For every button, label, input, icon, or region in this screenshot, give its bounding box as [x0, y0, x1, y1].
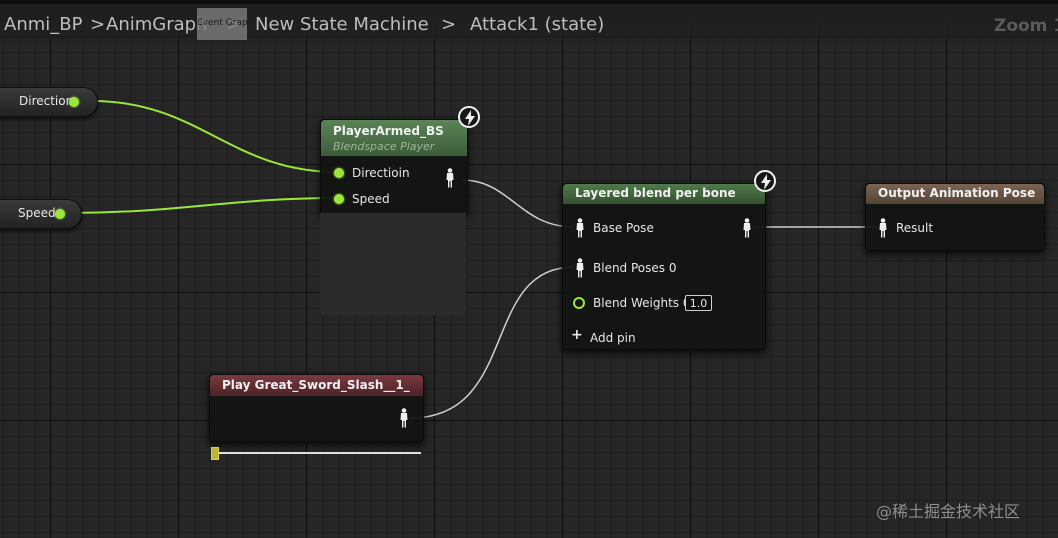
blendspace-direction-pin-label: Directioin — [352, 166, 410, 180]
base-pose-pin-label: Base Pose — [593, 221, 654, 235]
play-progress-track[interactable] — [210, 444, 421, 460]
play-node-title: Play Great_Sword_Slash__1_ — [222, 378, 410, 392]
graph-canvas[interactable]: Anmi_BP > AnimGraph > New State Machine … — [0, 0, 1058, 538]
blendspace-player-node[interactable]: PlayerArmed_BS Blendspace Player Directi… — [320, 119, 468, 215]
variable-direction-node[interactable]: Direction — [0, 87, 98, 117]
pose-input-icon[interactable] — [878, 218, 888, 238]
variable-speed-label: Speed — [18, 206, 56, 220]
play-progress-handle[interactable] — [211, 447, 219, 460]
breadcrumb: Anmi_BP > AnimGraph > New State Machine … — [0, 0, 1058, 46]
blendspace-direction-input-pin[interactable] — [334, 168, 344, 178]
result-pin-label: Result — [896, 221, 934, 235]
wire-direction[interactable] — [91, 100, 339, 173]
watermark: @稀土掘金技术社区 — [876, 502, 1021, 521]
pose-output-icon[interactable] — [399, 408, 409, 428]
blendspace-speed-input-pin[interactable] — [334, 194, 344, 204]
add-pin-icon[interactable]: + — [571, 327, 583, 343]
blend-weight-value-field[interactable]: 1.0 — [685, 295, 712, 311]
breadcrumb-item-animgraph[interactable]: AnimGraph — [106, 14, 207, 35]
speed-output-pin[interactable] — [55, 209, 65, 219]
layered-node-title: Layered blend per bone — [575, 186, 736, 200]
event-graph-tab-overlay[interactable]: Event Graph — [197, 8, 247, 40]
blendspace-speed-pin-label: Speed — [352, 192, 390, 206]
variable-speed-node[interactable]: Speed — [0, 199, 82, 229]
breadcrumb-separator: > — [441, 14, 457, 35]
breadcrumb-separator: > — [90, 14, 106, 35]
fast-path-lightning-icon — [754, 170, 776, 192]
blendspace-preview-area — [320, 213, 466, 315]
pose-input-icon[interactable] — [575, 258, 585, 278]
blendspace-node-subtitle: Blendspace Player — [333, 140, 435, 153]
play-progress-line — [214, 452, 421, 454]
zoom-label: Zoom 1 — [994, 16, 1058, 36]
output-node-header[interactable]: Output Animation Pose — [866, 184, 1044, 204]
output-node-title: Output Animation Pose — [878, 186, 1036, 200]
blend-weights-input-pin[interactable] — [573, 297, 585, 309]
output-animation-pose-node[interactable]: Output Animation Pose Result — [865, 183, 1045, 251]
direction-output-pin[interactable] — [69, 97, 79, 107]
play-sequence-node[interactable]: Play Great_Sword_Slash__1_ — [209, 374, 424, 442]
breadcrumb-item-blueprint[interactable]: Anmi_BP — [4, 14, 82, 35]
breadcrumb-item-state[interactable]: Attack1 (state) — [470, 14, 604, 35]
fast-path-lightning-icon — [458, 106, 480, 128]
blend-poses-pin-label: Blend Poses 0 — [593, 261, 677, 275]
blendspace-node-header[interactable]: PlayerArmed_BS Blendspace Player — [321, 120, 467, 156]
wire-blendspace-to-basepose[interactable] — [461, 179, 575, 228]
play-node-header[interactable]: Play Great_Sword_Slash__1_ — [210, 375, 423, 396]
layered-node-header[interactable]: Layered blend per bone — [563, 184, 765, 204]
pose-input-icon[interactable] — [575, 218, 585, 238]
variable-direction-label: Direction — [19, 94, 74, 108]
add-pin-button[interactable]: Add pin — [590, 331, 636, 345]
pose-output-icon[interactable] — [742, 218, 752, 238]
blendspace-node-title: PlayerArmed_BS — [333, 124, 444, 138]
layered-blend-node[interactable]: Layered blend per bone Base Pose Blend P… — [562, 183, 766, 350]
wire-speed[interactable] — [65, 197, 339, 214]
breadcrumb-item-state-machine[interactable]: New State Machine — [255, 14, 429, 35]
wire-layer — [65, 100, 878, 419]
blend-weights-pin-label: Blend Weights 0 — [593, 296, 691, 310]
pose-output-icon[interactable] — [445, 168, 455, 188]
